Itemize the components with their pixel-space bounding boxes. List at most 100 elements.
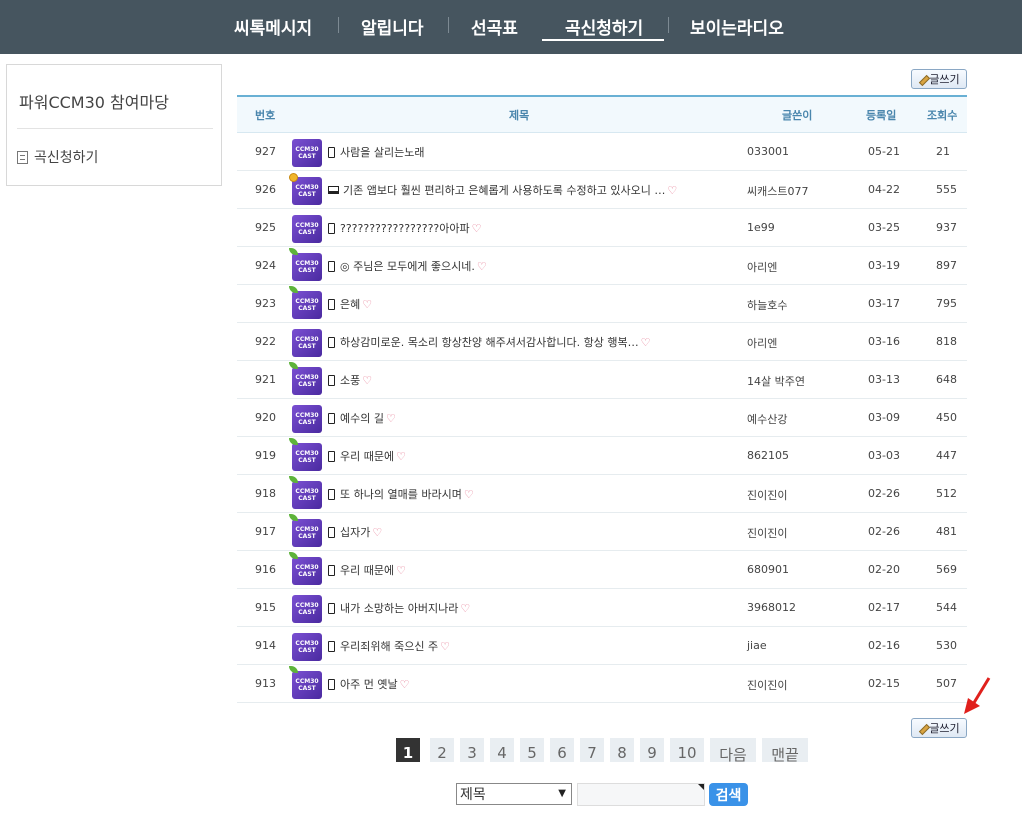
post-author: 하늘호수 bbox=[747, 299, 788, 312]
leaf-badge-icon bbox=[289, 476, 298, 483]
nav-item-notice[interactable]: 알립니다 bbox=[361, 14, 424, 39]
document-icon bbox=[17, 150, 28, 164]
post-title-link[interactable]: 아주 먼 옛날 ♡ bbox=[328, 676, 409, 692]
table-row[interactable]: 920 CCM30 CAST 예수의 길 ♡ 예수산강 03-09 450 bbox=[237, 399, 967, 437]
page-link[interactable]: 9 bbox=[640, 738, 664, 762]
post-views: 512 bbox=[936, 487, 957, 500]
post-views: 544 bbox=[936, 601, 957, 614]
post-title-link[interactable]: 기존 앱보다 훨씬 편리하고 은혜롭게 사용하도록 수정하고 있사오니 … ♡ bbox=[328, 182, 677, 198]
post-author: 862105 bbox=[747, 449, 789, 462]
search-input[interactable] bbox=[577, 783, 705, 806]
search-button[interactable]: 검색 bbox=[709, 783, 748, 806]
table-row[interactable]: 917 CCM30 CAST 십자가 ♡ 진이진이 02-26 481 bbox=[237, 513, 967, 551]
nav-item-ctalk[interactable]: 씨톡메시지 bbox=[234, 14, 312, 39]
post-title-link[interactable]: 십자가 ♡ bbox=[328, 524, 382, 540]
header-no: 번호 bbox=[255, 109, 276, 122]
table-row[interactable]: 914 CCM30 CAST 우리죄위해 죽으신 주 ♡ jiae 02-16 530 bbox=[237, 627, 967, 665]
nav-separator bbox=[338, 17, 339, 33]
write-button-bottom[interactable]: 글쓰기 bbox=[911, 718, 967, 738]
table-row[interactable]: 916 CCM30 CAST 우리 때문에 ♡ 680901 02-20 569 bbox=[237, 551, 967, 589]
write-button-top[interactable]: 글쓰기 bbox=[911, 69, 967, 89]
search-field-select[interactable]: 제목 ▼ bbox=[456, 783, 572, 805]
table-row[interactable]: 926 CCM30 CAST 기존 앱보다 훨씬 편리하고 은혜롭게 사용하도록 수… bbox=[237, 171, 967, 209]
post-number: 921 bbox=[255, 373, 276, 386]
table-row[interactable]: 927 CCM30 CAST 사람을 살리는노래 033001 05-21 21 bbox=[237, 133, 967, 171]
heart-icon: ♡ bbox=[640, 335, 651, 349]
page-link[interactable]: 1 bbox=[396, 738, 420, 762]
thumbnail-text: CCM30 CAST bbox=[295, 678, 319, 692]
thumbnail-text: CCM30 CAST bbox=[295, 336, 319, 350]
post-title-link[interactable]: 우리 때문에 ♡ bbox=[328, 562, 406, 578]
nav-active-indicator bbox=[542, 39, 664, 41]
post-number: 919 bbox=[255, 449, 276, 462]
thumbnail-text: CCM30 CAST bbox=[295, 184, 319, 198]
page-link[interactable]: 6 bbox=[550, 738, 574, 762]
page-link[interactable]: 5 bbox=[520, 738, 544, 762]
post-title: 우리 때문에 bbox=[340, 450, 395, 463]
post-title-link[interactable]: 우리 때문에 ♡ bbox=[328, 448, 406, 464]
post-title-link[interactable]: ?????????????????아아파 ♡ bbox=[328, 220, 482, 236]
post-views: 21 bbox=[936, 145, 950, 158]
post-title-link[interactable]: 하상감미로운. 목소리 항상찬양 해주셔서감사합니다. 항상 행복… ♡ bbox=[328, 334, 650, 350]
post-number: 915 bbox=[255, 601, 276, 614]
post-title: 아주 먼 옛날 bbox=[340, 678, 398, 691]
nav-item-song-request[interactable]: 곡신청하기 bbox=[565, 14, 643, 39]
post-author: 진이진이 bbox=[747, 527, 788, 540]
mobile-icon bbox=[328, 602, 335, 614]
post-date: 03-09 bbox=[868, 411, 900, 424]
page-link[interactable]: 맨끝 bbox=[762, 738, 808, 762]
post-number: 922 bbox=[255, 335, 276, 348]
ccm-cast-thumbnail: CCM30 CAST bbox=[292, 215, 322, 243]
thumbnail-text: CCM30 CAST bbox=[295, 298, 319, 312]
table-row[interactable]: 925 CCM30 CAST ?????????????????아아파 ♡ 1e99 03… bbox=[237, 209, 967, 247]
thumbnail-text: CCM30 CAST bbox=[295, 602, 319, 616]
table-row[interactable]: 915 CCM30 CAST 내가 소망하는 아버지나라 ♡ 3968012 02-17 5… bbox=[237, 589, 967, 627]
page-link[interactable]: 8 bbox=[610, 738, 634, 762]
page-link[interactable]: 4 bbox=[490, 738, 514, 762]
table-row[interactable]: 918 CCM30 CAST 또 하나의 열매를 바라시며 ♡ 진이진이 02-26 512 bbox=[237, 475, 967, 513]
nav-item-playlist[interactable]: 선곡표 bbox=[471, 14, 518, 39]
thumbnail-text: CCM30 CAST bbox=[295, 374, 319, 388]
page-link[interactable]: 다음 bbox=[710, 738, 756, 762]
table-row[interactable]: 922 CCM30 CAST 하상감미로운. 목소리 항상찬양 해주셔서감사합니다.… bbox=[237, 323, 967, 361]
table-body: 927 CCM30 CAST 사람을 살리는노래 033001 05-21 21 926 CC… bbox=[237, 133, 967, 703]
pencil-icon bbox=[918, 724, 927, 733]
table-row[interactable]: 913 CCM30 CAST 아주 먼 옛날 ♡ 진이진이 02-15 507 bbox=[237, 665, 967, 703]
heart-icon: ♡ bbox=[471, 221, 482, 235]
thumbnail-text: CCM30 CAST bbox=[295, 146, 319, 160]
table-row[interactable]: 924 CCM30 CAST ◎ 주님은 모두에게 좋으시네. ♡ 아리엔 03-19 89… bbox=[237, 247, 967, 285]
post-number: 917 bbox=[255, 525, 276, 538]
post-title-link[interactable]: 은혜 ♡ bbox=[328, 296, 372, 312]
sidebar-item-song-request[interactable]: 곡신청하기 bbox=[17, 147, 98, 167]
pencil-icon bbox=[918, 75, 927, 84]
table-row[interactable]: 923 CCM30 CAST 은혜 ♡ 하늘호수 03-17 795 bbox=[237, 285, 967, 323]
post-title-link[interactable]: 우리죄위해 죽으신 주 ♡ bbox=[328, 638, 450, 654]
post-title-link[interactable]: 소풍 ♡ bbox=[328, 372, 372, 388]
post-title-link[interactable]: ◎ 주님은 모두에게 좋으시네. ♡ bbox=[328, 258, 487, 274]
nav-item-visible-radio[interactable]: 보이는라디오 bbox=[690, 14, 784, 39]
sidebar: 파워CCM30 참여마당 곡신청하기 bbox=[6, 64, 222, 186]
leaf-badge-icon bbox=[289, 286, 298, 293]
mobile-icon bbox=[328, 374, 335, 386]
post-title-link[interactable]: 또 하나의 열매를 바라시며 ♡ bbox=[328, 486, 474, 502]
post-title-link[interactable]: 예수의 길 ♡ bbox=[328, 410, 396, 426]
post-date: 02-16 bbox=[868, 639, 900, 652]
nav-separator bbox=[448, 17, 449, 33]
page-link[interactable]: 10 bbox=[670, 738, 704, 762]
post-title-link[interactable]: 사람을 살리는노래 bbox=[328, 144, 424, 160]
mobile-icon bbox=[328, 564, 335, 576]
mobile-icon bbox=[328, 336, 335, 348]
sidebar-title: 파워CCM30 참여마당 bbox=[19, 93, 169, 112]
page-link[interactable]: 3 bbox=[460, 738, 484, 762]
post-number: 913 bbox=[255, 677, 276, 690]
page-link[interactable]: 2 bbox=[430, 738, 454, 762]
mobile-icon bbox=[328, 488, 335, 500]
post-title: 내가 소망하는 아버지나라 bbox=[340, 602, 459, 615]
post-title-link[interactable]: 내가 소망하는 아버지나라 ♡ bbox=[328, 600, 470, 616]
page-link[interactable]: 7 bbox=[580, 738, 604, 762]
thumbnail-text: CCM30 CAST bbox=[295, 412, 319, 426]
table-row[interactable]: 919 CCM30 CAST 우리 때문에 ♡ 862105 03-03 447 bbox=[237, 437, 967, 475]
post-views: 507 bbox=[936, 677, 957, 690]
table-row[interactable]: 921 CCM30 CAST 소풍 ♡ 14살 박주연 03-13 648 bbox=[237, 361, 967, 399]
heart-icon: ♡ bbox=[385, 411, 396, 425]
